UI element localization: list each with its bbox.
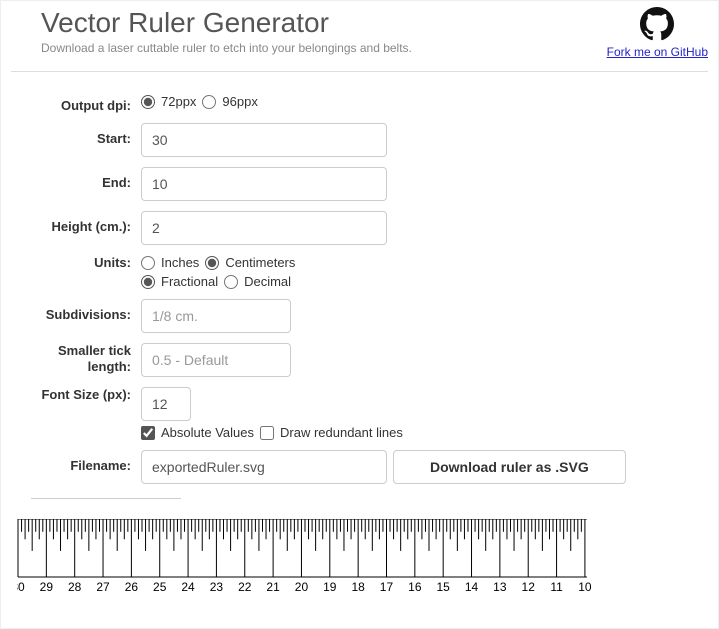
- svg-text:29: 29: [40, 580, 54, 594]
- svg-text:24: 24: [181, 580, 195, 594]
- svg-text:12: 12: [522, 580, 536, 594]
- svg-text:30: 30: [17, 580, 25, 594]
- svg-text:20: 20: [295, 580, 309, 594]
- checkbox-label-absval: Absolute Values: [161, 425, 254, 440]
- svg-text:18: 18: [351, 580, 365, 594]
- label-dpi: Output dpi:: [21, 90, 141, 113]
- radio-dpi-72[interactable]: [141, 95, 155, 109]
- label-units: Units:: [21, 255, 141, 270]
- input-filename[interactable]: [141, 450, 387, 484]
- input-fontsize[interactable]: [141, 387, 191, 421]
- input-start[interactable]: [141, 123, 387, 157]
- ruler-preview-pane[interactable]: 30 29 28 27 26 25 24 23 22 21 20 19 18 17 16 15 14 13 12 11…: [11, 519, 711, 603]
- svg-text:27: 27: [96, 580, 110, 594]
- label-subdivisions: Subdivisions:: [21, 299, 141, 322]
- github-link[interactable]: Fork me on GitHub: [607, 45, 708, 59]
- radio-label-72: 72ppx: [161, 94, 196, 109]
- svg-text:22: 22: [238, 580, 252, 594]
- svg-text:15: 15: [437, 580, 451, 594]
- svg-text:16: 16: [408, 580, 422, 594]
- svg-text:28: 28: [68, 580, 82, 594]
- github-icon: [640, 7, 674, 41]
- input-subdivisions[interactable]: [141, 299, 291, 333]
- radio-label-fractional: Fractional: [161, 274, 218, 289]
- ruler-preview: 30 29 28 27 26 25 24 23 22 21 20 19 18 17 16 15 14 13 12 11…: [17, 519, 606, 597]
- radio-centimeters[interactable]: [205, 256, 219, 270]
- radio-fractional[interactable]: [141, 275, 155, 289]
- radio-label-decimal: Decimal: [244, 274, 291, 289]
- svg-text:10: 10: [578, 580, 592, 594]
- svg-text:19: 19: [323, 580, 337, 594]
- svg-text:21: 21: [266, 580, 280, 594]
- checkbox-redund[interactable]: [260, 426, 274, 440]
- label-filename: Filename:: [21, 450, 141, 473]
- svg-text:11: 11: [550, 580, 563, 594]
- checkbox-absval[interactable]: [141, 426, 155, 440]
- svg-text:23: 23: [210, 580, 224, 594]
- input-height[interactable]: [141, 211, 387, 245]
- svg-text:25: 25: [153, 580, 167, 594]
- svg-text:26: 26: [125, 580, 139, 594]
- svg-text:17: 17: [380, 580, 394, 594]
- divider: [11, 71, 708, 72]
- radio-label-96: 96ppx: [222, 94, 257, 109]
- input-ticklen[interactable]: [141, 343, 291, 377]
- radio-decimal[interactable]: [224, 275, 238, 289]
- download-button[interactable]: Download ruler as .SVG: [393, 450, 626, 484]
- radio-dpi-96[interactable]: [202, 95, 216, 109]
- radio-label-centimeters: Centimeters: [225, 255, 295, 270]
- svg-text:14: 14: [465, 580, 479, 594]
- label-start: Start:: [21, 123, 141, 146]
- checkbox-label-redund: Draw redundant lines: [280, 425, 403, 440]
- radio-inches[interactable]: [141, 256, 155, 270]
- label-end: End:: [21, 167, 141, 190]
- divider-mid: [31, 498, 181, 499]
- input-end[interactable]: [141, 167, 387, 201]
- label-fontsize: Font Size (px):: [21, 387, 141, 403]
- svg-text:13: 13: [493, 580, 507, 594]
- label-ticklen: Smaller tick length:: [21, 343, 141, 374]
- radio-label-inches: Inches: [161, 255, 199, 270]
- page-subtitle: Download a laser cuttable ruler to etch …: [41, 41, 412, 55]
- page-title: Vector Ruler Generator: [41, 7, 412, 39]
- label-height: Height (cm.):: [21, 211, 141, 234]
